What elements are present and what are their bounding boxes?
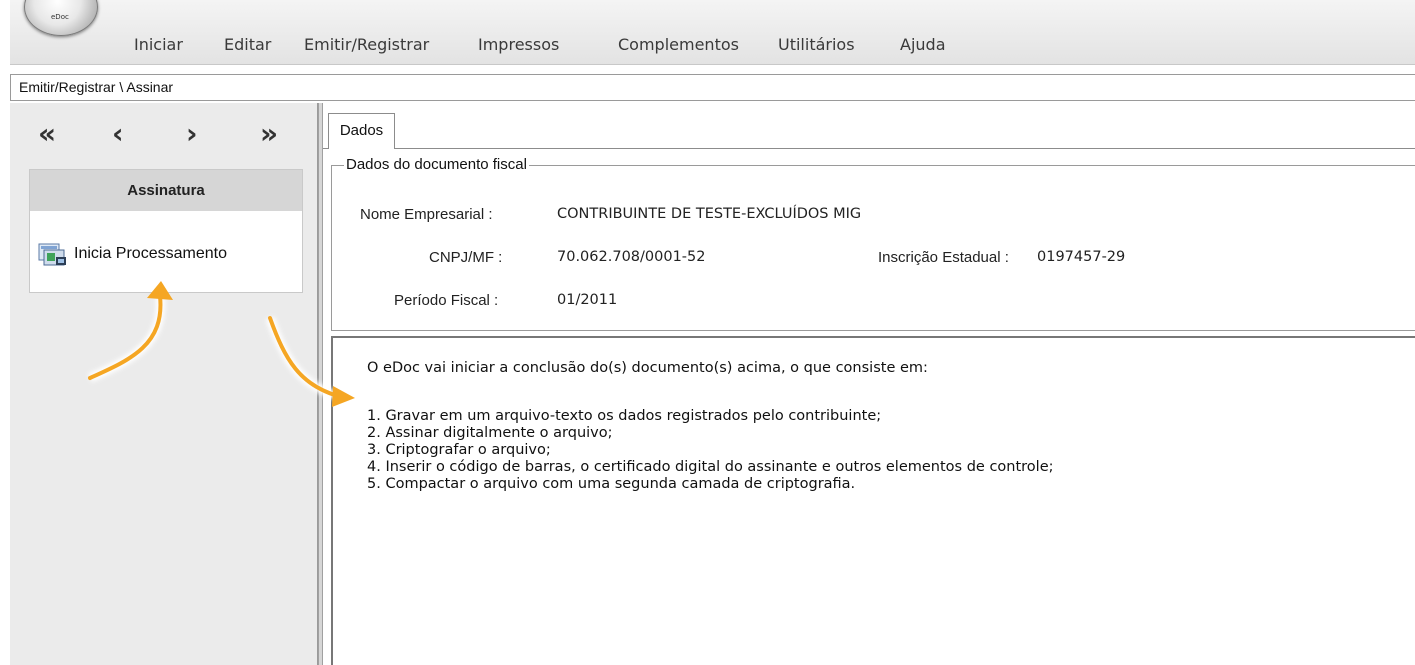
previous-record-button[interactable]: ‹ bbox=[112, 119, 124, 149]
fiscal-document-legend: Dados do documento fiscal bbox=[344, 156, 529, 173]
conclusion-message: O eDoc vai iniciar a conclusão do(s) doc… bbox=[331, 336, 1415, 665]
step-item: 3. Criptografar o arquivo; bbox=[367, 442, 551, 458]
menu-iniciar[interactable]: Iniciar bbox=[122, 35, 212, 54]
menu-bar: eDoc Iniciar Editar Emitir/Registrar Imp… bbox=[10, 0, 1415, 65]
process-icon bbox=[38, 243, 66, 266]
record-navigation: « ‹ › » bbox=[30, 119, 300, 149]
tab-strip-line bbox=[323, 148, 1415, 149]
app-orb-button[interactable]: eDoc bbox=[24, 0, 98, 36]
menu-items: Iniciar Editar Emitir/Registrar Impresso… bbox=[122, 35, 972, 54]
next-record-button[interactable]: › bbox=[186, 119, 198, 149]
last-record-button[interactable]: » bbox=[260, 119, 278, 149]
left-panel: « ‹ › » Assinatura Inicia Processamento bbox=[10, 103, 323, 665]
first-record-button[interactable]: « bbox=[38, 119, 56, 149]
menu-utilitarios[interactable]: Utilitários bbox=[766, 35, 888, 54]
assinatura-section: Assinatura Inicia Processamento bbox=[29, 169, 303, 293]
menu-impressos[interactable]: Impressos bbox=[466, 35, 606, 54]
action-label: Inicia Processamento bbox=[74, 245, 227, 262]
step-item: 5. Compactar o arquivo com uma segunda c… bbox=[367, 476, 856, 492]
cnpj-value: 70.062.708/0001-52 bbox=[557, 249, 706, 265]
message-intro: O eDoc vai iniciar a conclusão do(s) doc… bbox=[367, 360, 928, 376]
nome-empresarial-label: Nome Empresarial : bbox=[360, 206, 493, 223]
message-steps: 1. Gravar em um arquivo-texto os dados r… bbox=[367, 408, 1054, 493]
step-item: 2. Assinar digitalmente o arquivo; bbox=[367, 425, 613, 441]
inicia-processamento-action[interactable]: Inicia Processamento bbox=[38, 242, 227, 266]
cnpj-label: CNPJ/MF : bbox=[429, 249, 503, 266]
menu-editar[interactable]: Editar bbox=[212, 35, 292, 54]
fiscal-document-group: Dados do documento fiscal Nome Empresari… bbox=[331, 156, 1415, 331]
menu-ajuda[interactable]: Ajuda bbox=[888, 35, 972, 54]
step-item: 4. Inserir o código de barras, o certifi… bbox=[367, 459, 1054, 475]
periodo-fiscal-value: 01/2011 bbox=[557, 292, 618, 308]
inscricao-estadual-value: 0197457-29 bbox=[1037, 249, 1126, 265]
breadcrumb: Emitir/Registrar \ Assinar bbox=[10, 74, 1415, 101]
tab-dados[interactable]: Dados bbox=[328, 113, 395, 149]
section-title: Assinatura bbox=[30, 170, 302, 211]
app-orb-label: eDoc bbox=[51, 13, 69, 21]
menu-complementos[interactable]: Complementos bbox=[606, 35, 766, 54]
nome-empresarial-value: CONTRIBUINTE DE TESTE-EXCLUÍDOS MIG bbox=[557, 206, 862, 222]
inscricao-estadual-label: Inscrição Estadual : bbox=[878, 249, 1009, 266]
menu-emitir-registrar[interactable]: Emitir/Registrar bbox=[292, 35, 466, 54]
periodo-fiscal-label: Período Fiscal : bbox=[394, 292, 499, 309]
step-item: 1. Gravar em um arquivo-texto os dados r… bbox=[367, 408, 882, 424]
right-panel: Dados Dados do documento fiscal Nome Emp… bbox=[323, 103, 1415, 665]
